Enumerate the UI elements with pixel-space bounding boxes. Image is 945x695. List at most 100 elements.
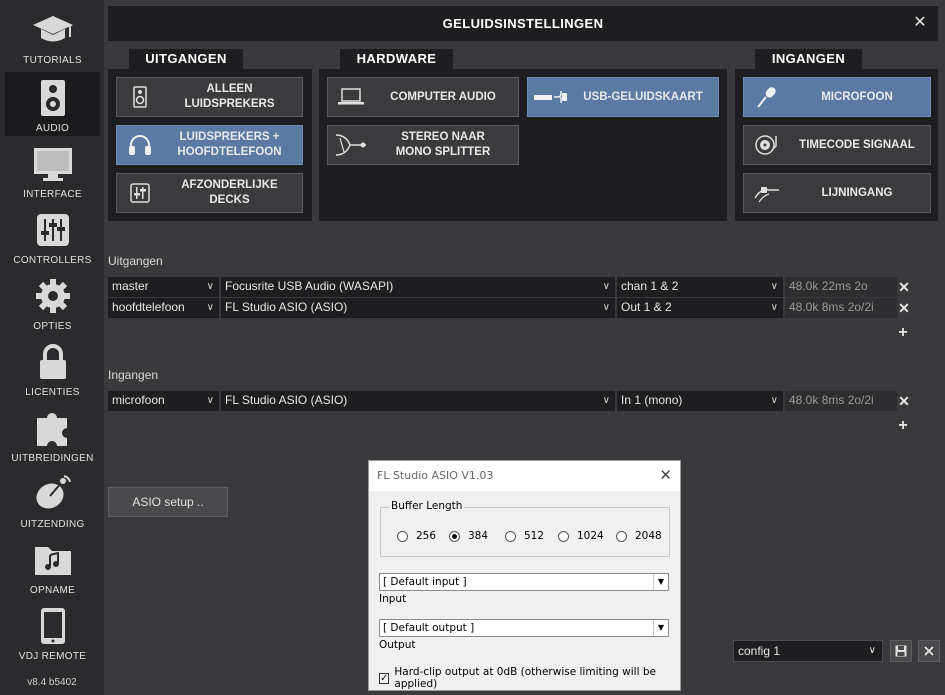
sidebar-item-uitzending[interactable]: UITZENDING	[5, 468, 100, 532]
option-label: LIJNINGANG	[821, 186, 893, 199]
buffer-radio-384[interactable]: 384	[449, 530, 488, 542]
option-afzonderlijke-decks[interactable]: AFZONDERLIJKE DECKS	[116, 173, 303, 213]
select-value: In 1 (mono)	[621, 393, 683, 407]
sidebar-item-label: CONTROLLERS	[13, 255, 92, 266]
sidebar-item-interface[interactable]: INTERFACE	[5, 138, 100, 202]
input-ports-select[interactable]: In 1 (mono) ∨	[617, 391, 783, 411]
sidebar: TUTORIALS AUDIO INTERFACE CONTROLLERS OP…	[0, 0, 104, 695]
radio-button[interactable]	[558, 530, 569, 542]
page-title: GELUIDSINSTELLINGEN	[442, 16, 604, 31]
hardclip-checkbox[interactable]: ✓	[379, 672, 390, 684]
sidebar-item-label: TUTORIALS	[23, 55, 82, 66]
input-device-dropdown[interactable]: [ Default input ] ▼	[379, 573, 669, 591]
radio-label: 384	[468, 530, 489, 542]
hardclip-checkbox-row[interactable]: ✓ Hard-clip output at 0dB (otherwise lim…	[379, 666, 680, 690]
input-device-select[interactable]: FL Studio ASIO (ASIO) ∨	[221, 391, 615, 411]
dropdown-arrow-icon: ▼	[653, 574, 668, 590]
remove-row-button[interactable]: ✕	[897, 301, 911, 315]
outputs-panel: ALLEEN LUIDSPREKERS LUIDSPREKERS + HOOFD…	[108, 69, 312, 221]
sidebar-item-audio[interactable]: AUDIO	[5, 72, 100, 136]
option-timecode-signaal[interactable]: TIMECODE SIGNAAL	[743, 125, 931, 165]
headphones-icon	[117, 134, 163, 156]
outputs-routing-label: Uitgangen	[108, 254, 163, 268]
save-config-button[interactable]	[890, 640, 912, 662]
hardclip-label: Hard-clip output at 0dB (otherwise limit…	[394, 666, 656, 690]
output-device-select[interactable]: FL Studio ASIO (ASIO) ∨	[221, 298, 615, 318]
radio-label: 256	[416, 530, 437, 542]
option-label: TIMECODE SIGNAAL	[799, 138, 915, 151]
usb-soundcard-icon	[528, 89, 574, 105]
output-device-select[interactable]: Focusrite USB Audio (WASAPI) ∨	[221, 277, 615, 297]
config-select[interactable]: config 1 ∨	[733, 640, 883, 662]
sidebar-item-opname[interactable]: OPNAME	[5, 534, 100, 598]
input-label: Input	[379, 593, 407, 605]
sidebar-item-vdj-remote[interactable]: VDJ REMOTE	[5, 600, 100, 664]
output-label: Output	[379, 639, 416, 651]
buffer-radio-256[interactable]: 256	[397, 530, 436, 542]
lock-icon	[5, 342, 100, 382]
sidebar-item-label: AUDIO	[35, 123, 70, 134]
radio-button[interactable]	[505, 530, 516, 542]
chevron-down-icon: ∨	[602, 395, 610, 406]
chevron-down-icon: ∨	[206, 302, 214, 313]
graduation-cap-icon	[5, 10, 100, 50]
hardware-panel: COMPUTER AUDIO USB-GELUIDSKAART STEREO N…	[319, 69, 727, 221]
output-device-dropdown[interactable]: [ Default output ] ▼	[379, 619, 669, 637]
section-title-hardware: HARDWARE	[340, 49, 453, 69]
chevron-down-icon: ∨	[770, 395, 778, 406]
option-alleen-luidsprekers[interactable]: ALLEEN LUIDSPREKERS	[116, 77, 303, 117]
sidebar-item-uitbreidingen[interactable]: UITBREIDINGEN	[5, 402, 100, 466]
option-usb-geluidskaart[interactable]: USB-GELUIDSKAART	[527, 77, 719, 117]
sliders-icon	[5, 210, 100, 250]
chevron-down-icon: ∨	[770, 302, 778, 313]
buffer-radio-512[interactable]: 512	[505, 530, 544, 542]
sidebar-item-licenties[interactable]: LICENTIES	[5, 336, 100, 400]
buffer-radio-1024[interactable]: 1024	[558, 530, 604, 542]
radio-button[interactable]	[397, 530, 408, 542]
option-computer-audio[interactable]: COMPUTER AUDIO	[327, 77, 519, 117]
option-stereo-mono-splitter[interactable]: STEREO NAAR MONO SPLITTER	[327, 125, 519, 165]
add-input-button[interactable]: +	[896, 418, 910, 434]
add-output-button[interactable]: +	[896, 325, 910, 341]
sidebar-item-controllers[interactable]: CONTROLLERS	[5, 204, 100, 268]
buffer-length-group: Buffer Length 256 384 512 1024 2048	[380, 500, 670, 557]
sidebar-item-tutorials[interactable]: TUTORIALS	[5, 4, 100, 68]
output-ports-select[interactable]: Out 1 & 2 ∨	[617, 298, 783, 318]
option-label: COMPUTER AUDIO	[390, 90, 496, 103]
output-channel-select[interactable]: master ∨	[108, 277, 219, 297]
delete-config-button[interactable]	[918, 640, 940, 662]
remove-row-button[interactable]: ✕	[897, 394, 911, 408]
sidebar-item-label: LICENTIES	[25, 387, 80, 398]
option-lijningang[interactable]: LIJNINGANG	[743, 173, 931, 213]
output-info: 48.0k 22ms 2o	[785, 277, 897, 297]
chevron-down-icon: ∨	[602, 302, 610, 313]
radio-button[interactable]	[616, 530, 627, 542]
radio-button[interactable]	[449, 530, 460, 542]
section-title-outputs: UITGANGEN	[129, 49, 243, 69]
option-label: ALLEEN LUIDSPREKERS	[184, 83, 275, 110]
option-luidsprekers-hoofdtelefoon[interactable]: LUIDSPREKERS + HOOFDTELEFOON	[116, 125, 303, 165]
close-button[interactable]: ✕	[910, 13, 930, 33]
buffer-radio-2048[interactable]: 2048	[616, 530, 662, 542]
chevron-down-icon: ∨	[602, 281, 610, 292]
option-microfoon[interactable]: MICROFOON	[743, 77, 931, 117]
sidebar-item-label: INTERFACE	[23, 189, 82, 200]
asio-setup-button[interactable]: ASIO setup ..	[108, 487, 228, 517]
section-title-inputs: INGANGEN	[755, 49, 862, 69]
dialog-close-button[interactable]: ✕	[659, 466, 672, 484]
output-ports-select[interactable]: chan 1 & 2 ∨	[617, 277, 783, 297]
option-label: STEREO NAAR MONO SPLITTER	[395, 131, 491, 158]
select-value: config 1	[738, 644, 781, 658]
select-value: microfoon	[112, 393, 165, 407]
speaker-icon	[5, 78, 100, 118]
sidebar-item-label: UITZENDING	[20, 519, 85, 530]
input-info: 48.0k 8ms 2o/2i	[785, 391, 897, 411]
sidebar-item-opties[interactable]: OPTIES	[5, 270, 100, 334]
input-channel-select[interactable]: microfoon ∨	[108, 391, 219, 411]
output-info: 48.0k 8ms 2o/2i	[785, 298, 897, 318]
asio-dialog: FL Studio ASIO V1.03 ✕ Buffer Length 256…	[368, 460, 681, 691]
splitter-cable-icon	[328, 132, 374, 158]
output-channel-select[interactable]: hoofdtelefoon ∨	[108, 298, 219, 318]
remove-row-button[interactable]: ✕	[897, 280, 911, 294]
select-value: master	[112, 279, 149, 293]
